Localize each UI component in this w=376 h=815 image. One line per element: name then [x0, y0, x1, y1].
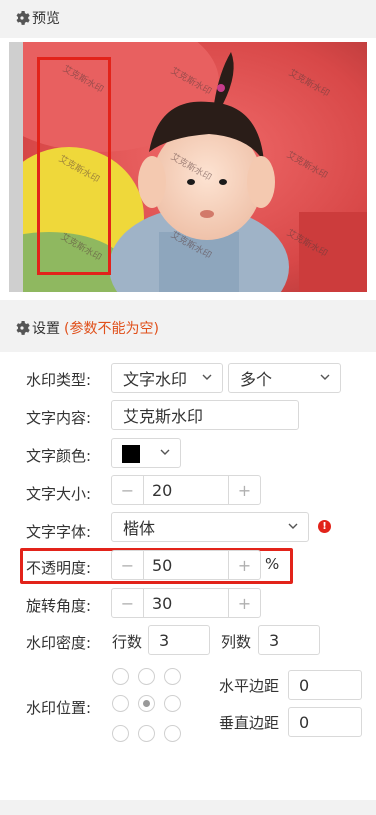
cols-label: 列数 — [221, 633, 252, 651]
percent-unit: % — [265, 555, 280, 573]
text-size-stepper[interactable]: − 20 + — [111, 475, 261, 505]
rotation-value[interactable]: 30 — [144, 589, 228, 617]
text-size-label: 文字大小: — [26, 485, 92, 503]
gear-icon — [16, 11, 30, 25]
rows-input[interactable]: 3 — [148, 625, 210, 655]
warning-icon: ! — [318, 520, 331, 533]
settings-panel: 水印类型: 文字水印 多个 文字内容: 艾克斯水印 文字颜色: 文字大小: − … — [0, 352, 376, 800]
watermark-mode-select[interactable]: 多个 — [228, 363, 341, 393]
highlight-watermark-column — [37, 57, 111, 275]
decrement-button[interactable]: − — [112, 551, 144, 579]
rows-value: 3 — [159, 630, 170, 650]
chevron-down-icon — [320, 374, 330, 380]
position-top-center[interactable] — [138, 668, 155, 685]
color-swatch — [122, 445, 140, 463]
density-label: 水印密度: — [26, 634, 92, 652]
increment-button[interactable]: + — [228, 551, 260, 579]
opacity-label: 不透明度: — [26, 559, 92, 577]
position-top-left[interactable] — [112, 668, 129, 685]
decrement-button[interactable]: − — [112, 476, 144, 504]
position-center[interactable] — [138, 695, 155, 712]
rotation-label: 旋转角度: — [26, 597, 92, 615]
position-top-right[interactable] — [164, 668, 181, 685]
text-size-value[interactable]: 20 — [144, 476, 228, 504]
preview-panel: 艾克斯水印 艾克斯水印 艾克斯水印 艾克斯水印 艾克斯水印 艾克斯水印 艾克斯水… — [0, 38, 376, 300]
position-middle-left[interactable] — [112, 695, 129, 712]
position-middle-right[interactable] — [164, 695, 181, 712]
watermark-type-value: 文字水印 — [123, 370, 188, 389]
h-margin-label: 水平边距 — [219, 677, 280, 695]
gear-icon — [16, 321, 30, 335]
text-content-label: 文字内容: — [26, 409, 92, 427]
text-content-value: 艾克斯水印 — [123, 407, 204, 426]
increment-button[interactable]: + — [228, 589, 260, 617]
watermark-mode-value: 多个 — [240, 370, 273, 389]
increment-button[interactable]: + — [228, 476, 260, 504]
chevron-down-icon — [160, 449, 170, 455]
position-bottom-left[interactable] — [112, 725, 129, 742]
rotation-stepper[interactable]: − 30 + — [111, 588, 261, 618]
text-color-label: 文字颜色: — [26, 447, 92, 465]
position-bottom-center[interactable] — [138, 725, 155, 742]
opacity-value[interactable]: 50 — [144, 551, 228, 579]
settings-title: 设置 — [32, 321, 60, 337]
preview-header: 预览 — [0, 0, 376, 36]
watermark-type-select[interactable]: 文字水印 — [111, 363, 223, 393]
watermark-type-label: 水印类型: — [26, 371, 92, 389]
chevron-down-icon — [202, 374, 212, 380]
settings-hint: (参数不能为空) — [64, 321, 159, 337]
text-content-input[interactable]: 艾克斯水印 — [111, 400, 299, 430]
rows-label: 行数 — [112, 633, 143, 651]
footer-strip — [0, 800, 376, 815]
settings-header: 设置 (参数不能为空) — [0, 310, 376, 346]
v-margin-label: 垂直边距 — [219, 714, 280, 732]
position-label: 水印位置: — [26, 699, 92, 717]
h-margin-input[interactable]: 0 — [288, 670, 362, 700]
text-font-select[interactable]: 楷体 — [111, 512, 309, 542]
decrement-button[interactable]: − — [112, 589, 144, 617]
v-margin-value: 0 — [299, 712, 310, 732]
text-font-value: 楷体 — [123, 519, 156, 538]
v-margin-input[interactable]: 0 — [288, 707, 362, 737]
position-bottom-right[interactable] — [164, 725, 181, 742]
text-color-picker[interactable] — [111, 438, 181, 468]
chevron-down-icon — [288, 523, 298, 529]
text-font-label: 文字字体: — [26, 523, 92, 541]
preview-title: 预览 — [32, 11, 60, 27]
h-margin-value: 0 — [299, 675, 310, 695]
opacity-stepper[interactable]: − 50 + — [111, 550, 261, 580]
cols-value: 3 — [269, 630, 280, 650]
cols-input[interactable]: 3 — [258, 625, 320, 655]
